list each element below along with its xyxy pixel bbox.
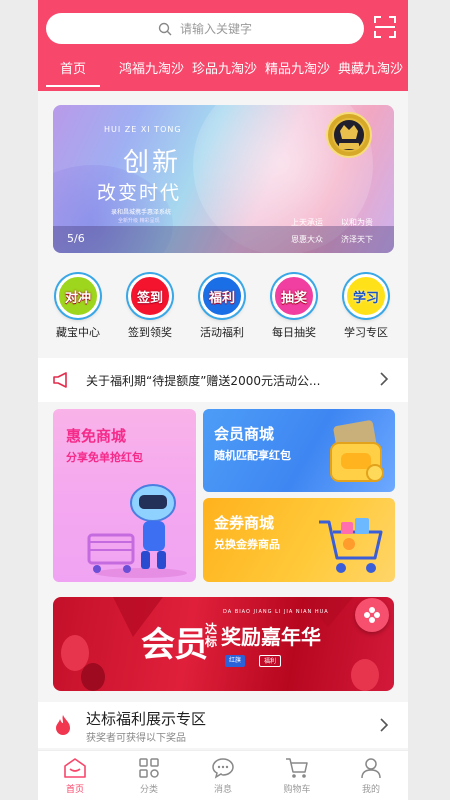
free-mall-card[interactable]: 惠免商城 分享免单抢红包 [53, 409, 196, 582]
grid-icon [364, 607, 380, 623]
badge-text: 学习 [352, 290, 379, 306]
category-badge-icon: 学习 [344, 274, 388, 318]
promo-tag: 红旗 [225, 655, 246, 667]
category-badge-icon: 福利 [200, 274, 244, 318]
section-subtitle: 获奖者可获得以下奖品 [86, 733, 186, 744]
nav-label: 购物车 [283, 785, 311, 795]
scan-icon[interactable] [374, 16, 396, 38]
banner-carousel[interactable]: HUI ZE XI TONG 创新 改变时代 录和昌城携手惠泽系统 全新升级 精… [53, 105, 394, 253]
category-tabs: 首页 鸿福九淘沙 珍品九淘沙 精品九淘沙 典藏九淘沙 [38, 52, 408, 87]
category-item-study[interactable]: 学习 学习专区 [330, 274, 402, 340]
promo-title-member: 会员 [141, 625, 208, 665]
grid-icon [139, 758, 159, 778]
chevron-right-icon [380, 718, 389, 732]
nav-messages[interactable]: 消息 [186, 751, 260, 800]
badge-text: 签到 [136, 290, 163, 306]
nav-label: 消息 [213, 785, 232, 795]
category-item-treasure[interactable]: 对冲 藏宝中心 [42, 274, 114, 340]
home-icon [64, 758, 86, 778]
promo-title-dabiao: 达标 [205, 622, 218, 649]
badge-text: 对冲 [64, 290, 91, 306]
banner-slogan: 济泽天下 [341, 235, 373, 244]
nav-profile[interactable]: 我的 [334, 751, 408, 800]
chat-bubble-icon [212, 758, 234, 779]
badge-text: 抽奖 [280, 290, 307, 306]
promo-english-text: DA BIAO JIANG LI JIA NIAN HUA [223, 609, 329, 615]
search-icon [158, 22, 172, 35]
badge-text: 福利 [208, 290, 235, 306]
tab-zhenpin[interactable]: 珍品九淘沙 [192, 58, 257, 77]
nav-category[interactable]: 分类 [112, 751, 186, 800]
banner-page-indicator: 5/6 [67, 232, 85, 245]
category-item-welfare[interactable]: 福利 活动福利 [186, 274, 258, 340]
gold-badge-icon [326, 112, 372, 158]
nav-cart[interactable]: 购物车 [260, 751, 334, 800]
user-icon [361, 758, 381, 779]
search-input[interactable]: 请输入关键字 [46, 13, 364, 44]
category-grid: 对冲 藏宝中心 签到 签到领奖 福利 活动福利 抽奖 每日抽奖 学习 学习专区 [38, 274, 408, 348]
megaphone-icon [53, 372, 67, 388]
card-title: 金券商城 [214, 514, 275, 532]
tab-jingpin[interactable]: 精品九淘沙 [265, 58, 330, 77]
category-label: 学习专区 [344, 326, 388, 339]
nav-label: 分类 [139, 785, 158, 795]
card-subtitle: 分享免单抢红包 [66, 451, 143, 464]
banner-slogan: 以和为贵 [341, 218, 373, 227]
nav-label: 首页 [65, 785, 84, 795]
chevron-right-icon [380, 372, 389, 386]
promo-tag: 福利 [259, 655, 282, 667]
category-badge-icon: 签到 [128, 274, 172, 318]
category-label: 活动福利 [200, 326, 244, 339]
flame-icon [56, 715, 70, 735]
category-label: 签到领奖 [128, 326, 172, 339]
tab-active-indicator [46, 84, 100, 87]
nav-label: 我的 [361, 785, 380, 795]
robot-shopping-cart-icon [87, 484, 187, 578]
showcase-section-header[interactable]: 达标福利展示专区 获奖者可获得以下奖品 [38, 702, 408, 748]
search-placeholder: 请输入关键字 [179, 22, 252, 36]
shopping-cart-icon [319, 518, 383, 573]
banner-subtitle: 改变时代 [97, 182, 182, 204]
notice-text: 关于福利期“待提额度”赠送2000元活动公... [86, 374, 321, 388]
tab-home[interactable]: 首页 [38, 58, 108, 87]
tab-label: 首页 [59, 61, 86, 77]
banner-caption-small: 全新升级 精彩呈现 [118, 218, 160, 224]
nav-home[interactable]: 首页 [38, 751, 112, 800]
card-title: 会员商城 [214, 425, 275, 443]
banner-title: 创新 [123, 148, 182, 178]
category-label: 藏宝中心 [56, 326, 100, 339]
banner-slogan: 恩惠大众 [291, 235, 323, 244]
promo-title-carnival: 奖励嘉年华 [221, 625, 321, 649]
notice-bar[interactable]: 关于福利期“待提额度”赠送2000元活动公... [38, 358, 408, 402]
category-item-checkin[interactable]: 签到 签到领奖 [114, 274, 186, 340]
app-screen: 请输入关键字 首页 鸿福九淘沙 珍品九淘沙 精品九淘沙 典藏九淘沙 HUI ZE… [38, 0, 408, 800]
banner-slogan: 上天承运 [291, 218, 323, 227]
member-mall-card[interactable]: 会员商城 随机匹配享红包 [203, 409, 395, 492]
banner-caption: 录和昌城携手惠泽系统 [111, 209, 172, 216]
bottom-tab-bar: 首页 分类 消息 购物车 我的 [38, 750, 408, 800]
card-title: 惠免商城 [66, 427, 127, 445]
promo-banner[interactable]: 会员 达标 DA BIAO JIANG LI JIA NIAN HUA 奖励嘉年… [53, 597, 394, 691]
floating-menu-button[interactable] [355, 598, 389, 632]
tab-diancang[interactable]: 典藏九淘沙 [338, 58, 403, 77]
tab-hongfu[interactable]: 鸿福九淘沙 [119, 58, 184, 77]
shopping-cart-icon [286, 758, 308, 778]
top-header: 请输入关键字 首页 鸿福九淘沙 珍品九淘沙 精品九淘沙 典藏九淘沙 [38, 0, 408, 91]
gold-coupon-mall-card[interactable]: 金券商城 兑换金券商品 [203, 498, 395, 582]
vip-wallet-icon [330, 420, 384, 482]
banner-english-text: HUI ZE XI TONG [104, 125, 182, 134]
card-subtitle: 随机匹配享红包 [214, 449, 291, 462]
category-item-lottery[interactable]: 抽奖 每日抽奖 [258, 274, 330, 340]
category-label: 每日抽奖 [272, 326, 316, 339]
category-badge-icon: 抽奖 [272, 274, 316, 318]
section-title: 达标福利展示专区 [86, 710, 207, 728]
card-subtitle: 兑换金券商品 [214, 538, 280, 551]
category-badge-icon: 对冲 [56, 274, 100, 318]
